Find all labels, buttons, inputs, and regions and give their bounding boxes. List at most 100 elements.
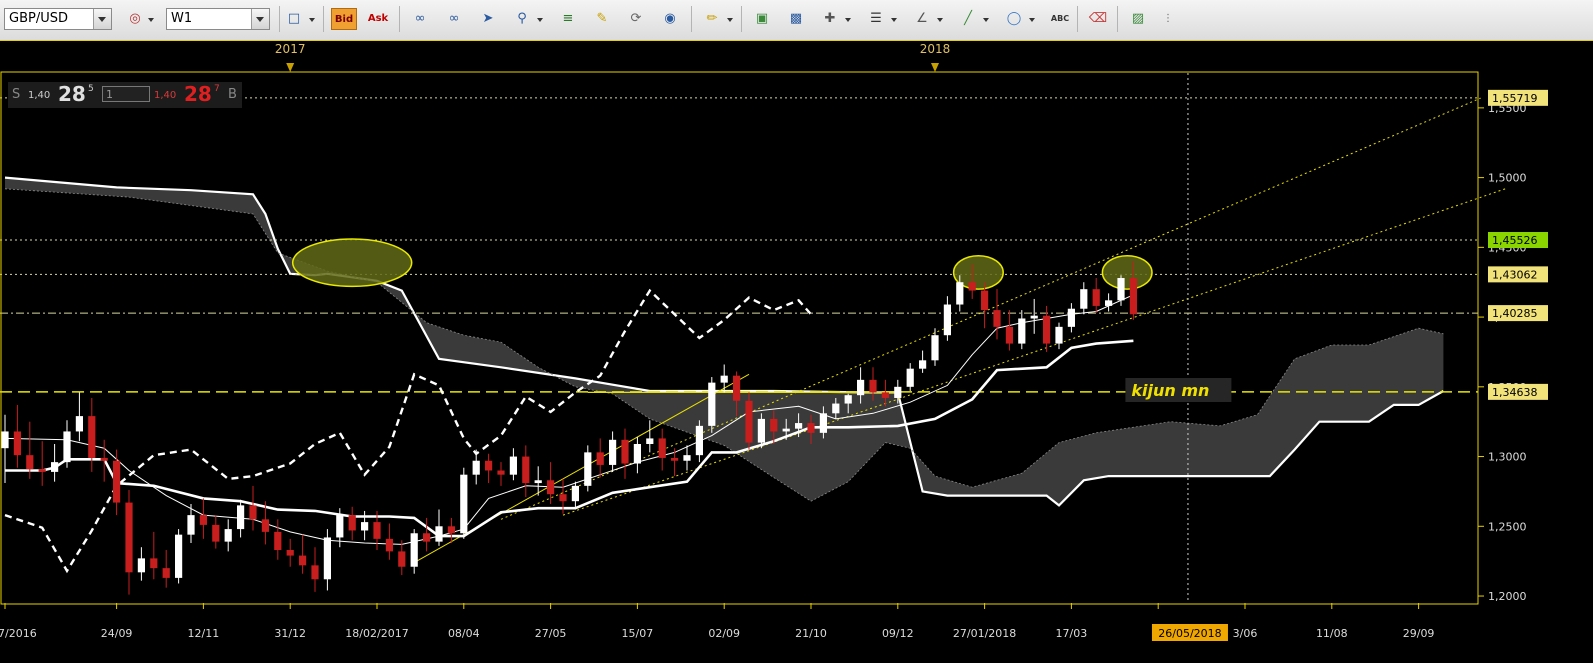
chevron-down-icon[interactable] — [983, 18, 989, 22]
candle-body — [224, 529, 232, 542]
x-tick-label: 15/07 — [622, 627, 654, 640]
chevron-down-icon — [93, 9, 111, 29]
candle-body — [299, 555, 307, 566]
lot-input[interactable]: 1 — [102, 86, 150, 102]
candle-body — [745, 400, 753, 443]
candle-body — [956, 282, 964, 305]
ask-button[interactable]: Ask — [365, 8, 391, 30]
candle-body — [274, 531, 282, 550]
candle-body — [894, 386, 902, 398]
sell-prefix: S — [12, 87, 21, 102]
candle-body — [373, 522, 381, 539]
year-label: 2017 — [275, 42, 306, 56]
ellipse-tool-icon[interactable]: ◯ — [1003, 8, 1025, 30]
candle-body — [410, 533, 418, 567]
chevron-down-icon[interactable] — [1029, 18, 1035, 22]
candle-body — [708, 382, 716, 426]
candle-body — [237, 505, 245, 530]
toolbar-separator — [1117, 6, 1118, 32]
candle-body — [1129, 278, 1137, 315]
year-label: 2018 — [920, 42, 951, 56]
bid-button[interactable]: Bid — [331, 8, 357, 30]
highlight-ellipse-0 — [291, 238, 413, 288]
candle-body — [435, 526, 443, 542]
candle-body — [683, 455, 691, 461]
candle-body — [447, 526, 455, 534]
chevron-down-icon[interactable] — [309, 18, 315, 22]
price-chart[interactable]: 201720181,20001,25001,30001,35001,40001,… — [0, 40, 1593, 663]
text-tool-button[interactable]: ABC — [1047, 8, 1073, 30]
candle-body — [75, 416, 83, 432]
chevron-down-icon[interactable] — [148, 18, 154, 22]
sell-price-sup: 5 — [88, 84, 94, 94]
level-tool-icon[interactable]: ≡ — [557, 8, 579, 30]
toolbar-separator — [279, 6, 280, 32]
crosshair-tool-icon[interactable]: ✚ — [819, 8, 841, 30]
symbol-value: GBP/USD — [9, 11, 68, 26]
toolbar-separator — [323, 6, 324, 32]
chevron-down-icon[interactable] — [937, 18, 943, 22]
chart-type-icon[interactable]: □ — [283, 8, 305, 30]
eraser-icon[interactable]: ⌫ — [1087, 8, 1109, 30]
chevron-down-icon[interactable] — [845, 18, 851, 22]
lines-tool-icon[interactable]: ☰ — [865, 8, 887, 30]
buy-price-big[interactable]: 28 — [184, 82, 212, 106]
chevron-down-icon[interactable] — [537, 18, 543, 22]
candle-body — [658, 438, 666, 458]
candle-body — [571, 485, 579, 502]
note-icon[interactable]: ✎ — [591, 8, 613, 30]
candle-body — [38, 469, 46, 472]
globe-icon[interactable]: ◉ — [659, 8, 681, 30]
symbol-select[interactable]: GBP/USD — [4, 8, 112, 30]
ruler-icon[interactable]: ✏ — [701, 8, 723, 30]
x-tick-label: 24/09 — [101, 627, 133, 640]
timeframe-select[interactable]: W1 — [166, 8, 270, 30]
sell-price-small-buy[interactable]: 1,40 — [154, 90, 176, 101]
indicator-icon[interactable]: ∞ — [409, 8, 431, 30]
candle-body — [919, 360, 927, 369]
candle-body — [88, 416, 96, 458]
quote-panel: S 1,40 28 5 1 1,40 28 7 B — [8, 82, 242, 108]
candle-body — [348, 515, 356, 531]
x-tick-label: 27/01/2018 — [953, 627, 1016, 640]
image-icon[interactable]: ▣ — [751, 8, 773, 30]
candle-body — [187, 515, 195, 535]
candle-body — [621, 439, 629, 464]
candle-body — [472, 460, 480, 475]
chevron-down-icon[interactable] — [891, 18, 897, 22]
chevron-down-icon[interactable] — [727, 18, 733, 22]
candle-body — [485, 460, 493, 471]
cursor-icon[interactable]: ➤ — [477, 8, 499, 30]
candle-body — [113, 460, 121, 503]
refresh-icon[interactable]: ⟳ — [625, 8, 647, 30]
candle-body — [1005, 326, 1013, 344]
candle-body — [100, 457, 108, 461]
x-tick-label: 17/03 — [1056, 627, 1088, 640]
network-icon[interactable]: ▨ — [1127, 8, 1149, 30]
indicator-settings-icon[interactable]: ∞ — [443, 8, 465, 30]
x-tick-label: 08/04 — [448, 627, 480, 640]
window-icon[interactable]: ▩ — [785, 8, 807, 30]
toolbar-overflow-icon[interactable]: ⋮ — [1157, 8, 1179, 30]
candle-body — [720, 375, 728, 383]
trendline-tool-icon[interactable]: ╱ — [957, 8, 979, 30]
x-tick-label: 31/12 — [274, 627, 306, 640]
x-tick-label: 11/08 — [1316, 627, 1348, 640]
x-tick-label: 3/06 — [1233, 627, 1258, 640]
candle-body — [943, 304, 951, 336]
toolbar-separator — [399, 6, 400, 32]
candle-body — [844, 395, 852, 404]
candle-body — [857, 379, 865, 396]
crosshair-date-label: 26/05/2018 — [1158, 627, 1221, 640]
quick-zoom-icon[interactable]: ◎ — [124, 8, 146, 30]
candle-body — [63, 431, 71, 463]
sell-price-small[interactable]: 1,40 — [28, 90, 50, 101]
y-tick-label: 1,2000 — [1488, 590, 1527, 603]
candle-body — [323, 537, 331, 580]
toolbar-separator — [741, 6, 742, 32]
zoom-icon[interactable]: ⚲ — [511, 8, 533, 30]
sell-price-big[interactable]: 28 — [58, 82, 86, 106]
candle-body — [633, 444, 641, 464]
fan-tool-icon[interactable]: ∠ — [911, 8, 933, 30]
candle-body — [646, 438, 654, 444]
